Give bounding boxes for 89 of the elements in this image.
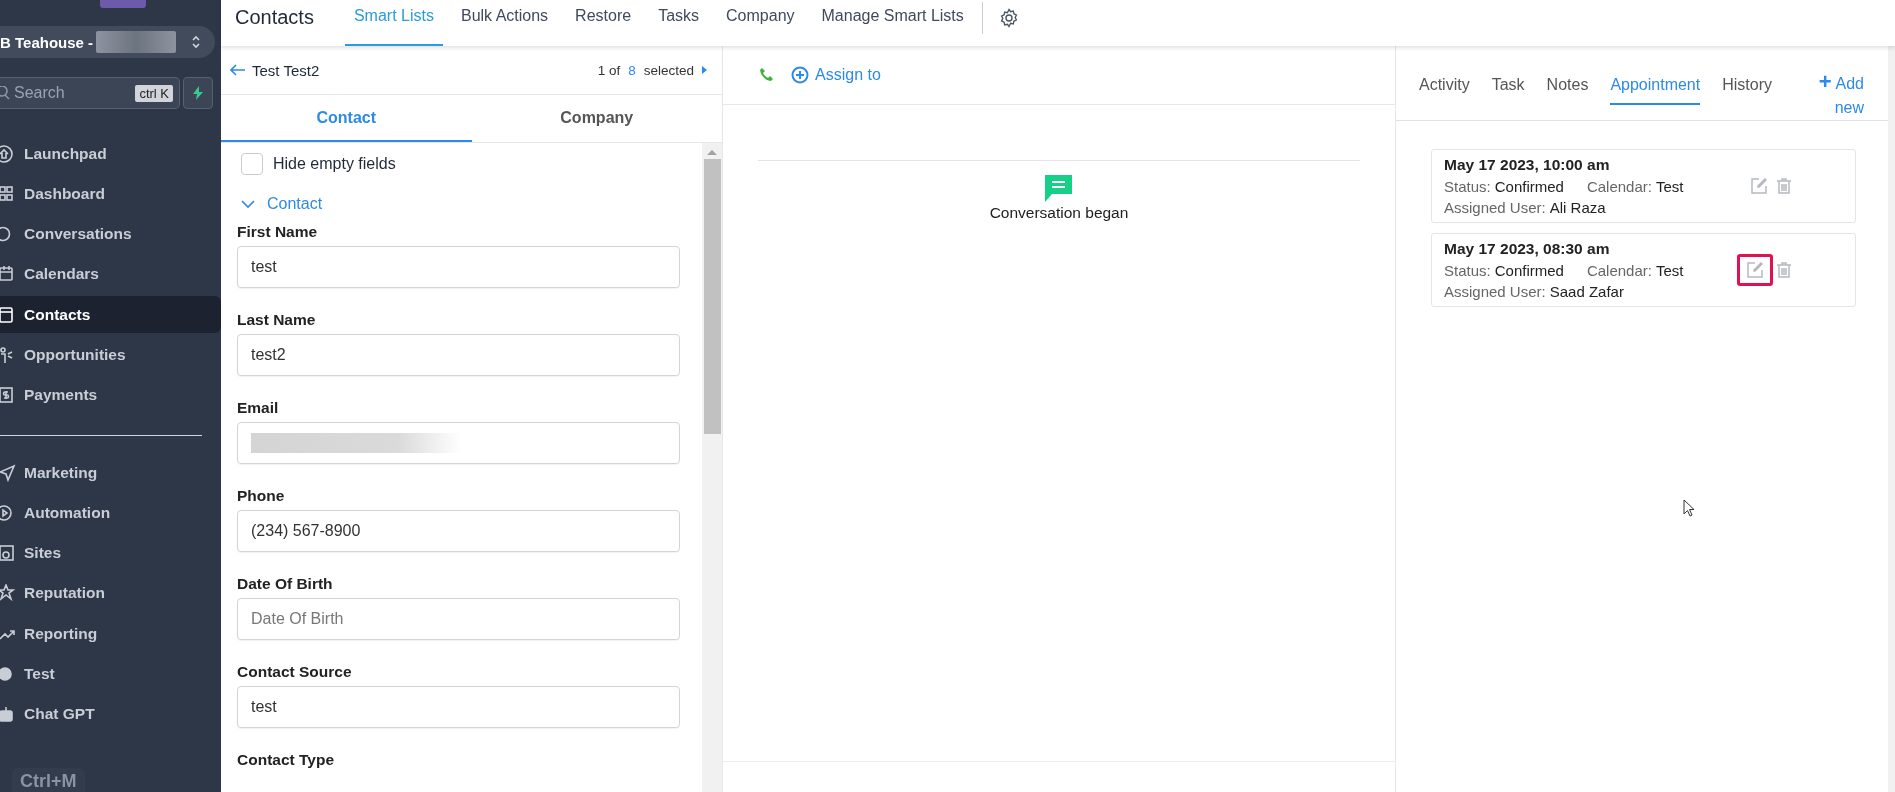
edit-icon (1751, 178, 1767, 194)
detail-tab[interactable]: Task (1491, 76, 1525, 105)
edit-icon (1747, 262, 1763, 278)
nav-item[interactable]: Chat GPT (0, 695, 221, 733)
pager-total: 8 (628, 62, 636, 78)
page-title: Contacts (235, 4, 314, 30)
nav-item[interactable]: Sites (0, 534, 221, 572)
phone-icon[interactable] (759, 67, 775, 83)
plus-circle-icon (791, 66, 809, 84)
bolt-icon (192, 86, 204, 100)
panel-tab[interactable]: Contact (221, 95, 472, 142)
nav-item[interactable]: Dashboard (0, 175, 221, 213)
assigned-user-text: Assigned User: Ali Raza (1444, 199, 1607, 216)
checkbox-label: Hide empty fields (273, 155, 396, 173)
nav-item[interactable]: Reputation (0, 574, 221, 612)
trash-icon[interactable] (1777, 262, 1791, 278)
back-arrow-icon[interactable] (230, 64, 246, 76)
nav-item[interactable]: Marketing (0, 454, 221, 492)
search-icon (0, 86, 10, 100)
input-field[interactable]: (234) 567-8900 (237, 510, 680, 552)
panel-tab[interactable]: Company (471, 95, 722, 142)
appointment-date: May 17 2023, 08:30 am (1444, 240, 1611, 258)
nav-tab[interactable]: Bulk Actions (451, 0, 558, 46)
nav-item[interactable]: Launchpad (0, 135, 221, 172)
field-label: Date Of Birth (237, 575, 334, 593)
field-label: Phone (237, 487, 286, 505)
detail-tab[interactable]: Notes (1546, 76, 1589, 105)
field-label: Contact Type (237, 751, 336, 769)
status-text: Status: Confirmed (1444, 178, 1564, 195)
contact-name: Test Test2 (252, 61, 320, 79)
quick-action-button[interactable] (183, 77, 213, 109)
location-switcher[interactable]: B Teahouse - (0, 26, 215, 58)
nav-tab[interactable]: Restore (566, 0, 641, 46)
pager-text: selected (643, 62, 694, 78)
assign-link[interactable]: Assign to (791, 66, 881, 84)
card-icon (0, 305, 16, 324)
nav-tab[interactable]: Manage Smart Lists (812, 0, 973, 46)
location-name: B Teahouse - (0, 33, 94, 51)
nav-item[interactable]: Payments (0, 376, 221, 414)
nav-item[interactable]: Automation (0, 494, 221, 532)
cursor-icon (1683, 499, 1695, 517)
input-field[interactable] (237, 422, 680, 464)
calendar-icon (0, 265, 16, 284)
input-field[interactable]: test (237, 686, 680, 728)
calendar-text: Calendar: Test (1586, 178, 1684, 195)
edit-button[interactable] (1737, 254, 1773, 286)
nav-item[interactable]: Opportunities (0, 336, 221, 374)
search-field[interactable]: Search ctrl K (0, 77, 180, 109)
status-text: Status: Confirmed (1444, 262, 1564, 279)
nav-item[interactable]: Conversations (0, 215, 221, 253)
field-label: Last Name (237, 311, 317, 329)
input-field[interactable]: Date Of Birth (237, 598, 680, 640)
send-icon (0, 463, 16, 482)
pager-text: 1 of (597, 62, 621, 78)
nav-tab[interactable]: Tasks (649, 0, 709, 46)
nav-tab[interactable]: Company (717, 0, 804, 46)
appointment-date: May 17 2023, 10:00 am (1444, 156, 1611, 174)
settings-icon[interactable] (998, 8, 1019, 28)
nav-item[interactable]: Test (0, 655, 221, 693)
field-label: Email (237, 399, 280, 417)
nav-item[interactable]: Contacts (0, 296, 221, 334)
field-label: Contact Source (237, 663, 353, 681)
home-icon (0, 144, 16, 163)
grid-icon (0, 184, 16, 203)
dollar-icon (0, 386, 16, 405)
logo-icon (100, 0, 146, 8)
star-icon (0, 584, 16, 603)
detail-tab[interactable]: History (1722, 76, 1772, 105)
assigned-user-text: Assigned User: Saad Zafar (1444, 283, 1625, 300)
field-label: First Name (237, 223, 319, 241)
search-input[interactable]: Search (10, 83, 136, 103)
input-field[interactable]: test (237, 246, 680, 288)
calendar-text: Calendar: Test (1586, 262, 1684, 279)
checkbox[interactable] (241, 153, 263, 175)
chevron-icon[interactable] (241, 199, 255, 209)
nav-item[interactable]: Reporting (0, 615, 221, 653)
message-icon (1045, 175, 1073, 202)
input-field[interactable]: test2 (237, 334, 680, 376)
event-text: Conversation began (989, 204, 1129, 222)
shortcut-hint: Ctrl+M (12, 768, 85, 792)
trash-icon[interactable] (1777, 178, 1791, 194)
next-arrow-icon[interactable] (702, 65, 708, 75)
nav-item[interactable]: Calendars (0, 255, 221, 293)
shortcut-badge: ctrl K (135, 84, 173, 102)
detail-tab[interactable]: Activity (1419, 76, 1470, 105)
detail-tab[interactable]: Appointment (1610, 76, 1701, 105)
section-title[interactable]: Contact (267, 195, 323, 213)
chevron-updown-icon (191, 34, 201, 50)
add-new-link[interactable]: + Add new (1816, 70, 1864, 120)
